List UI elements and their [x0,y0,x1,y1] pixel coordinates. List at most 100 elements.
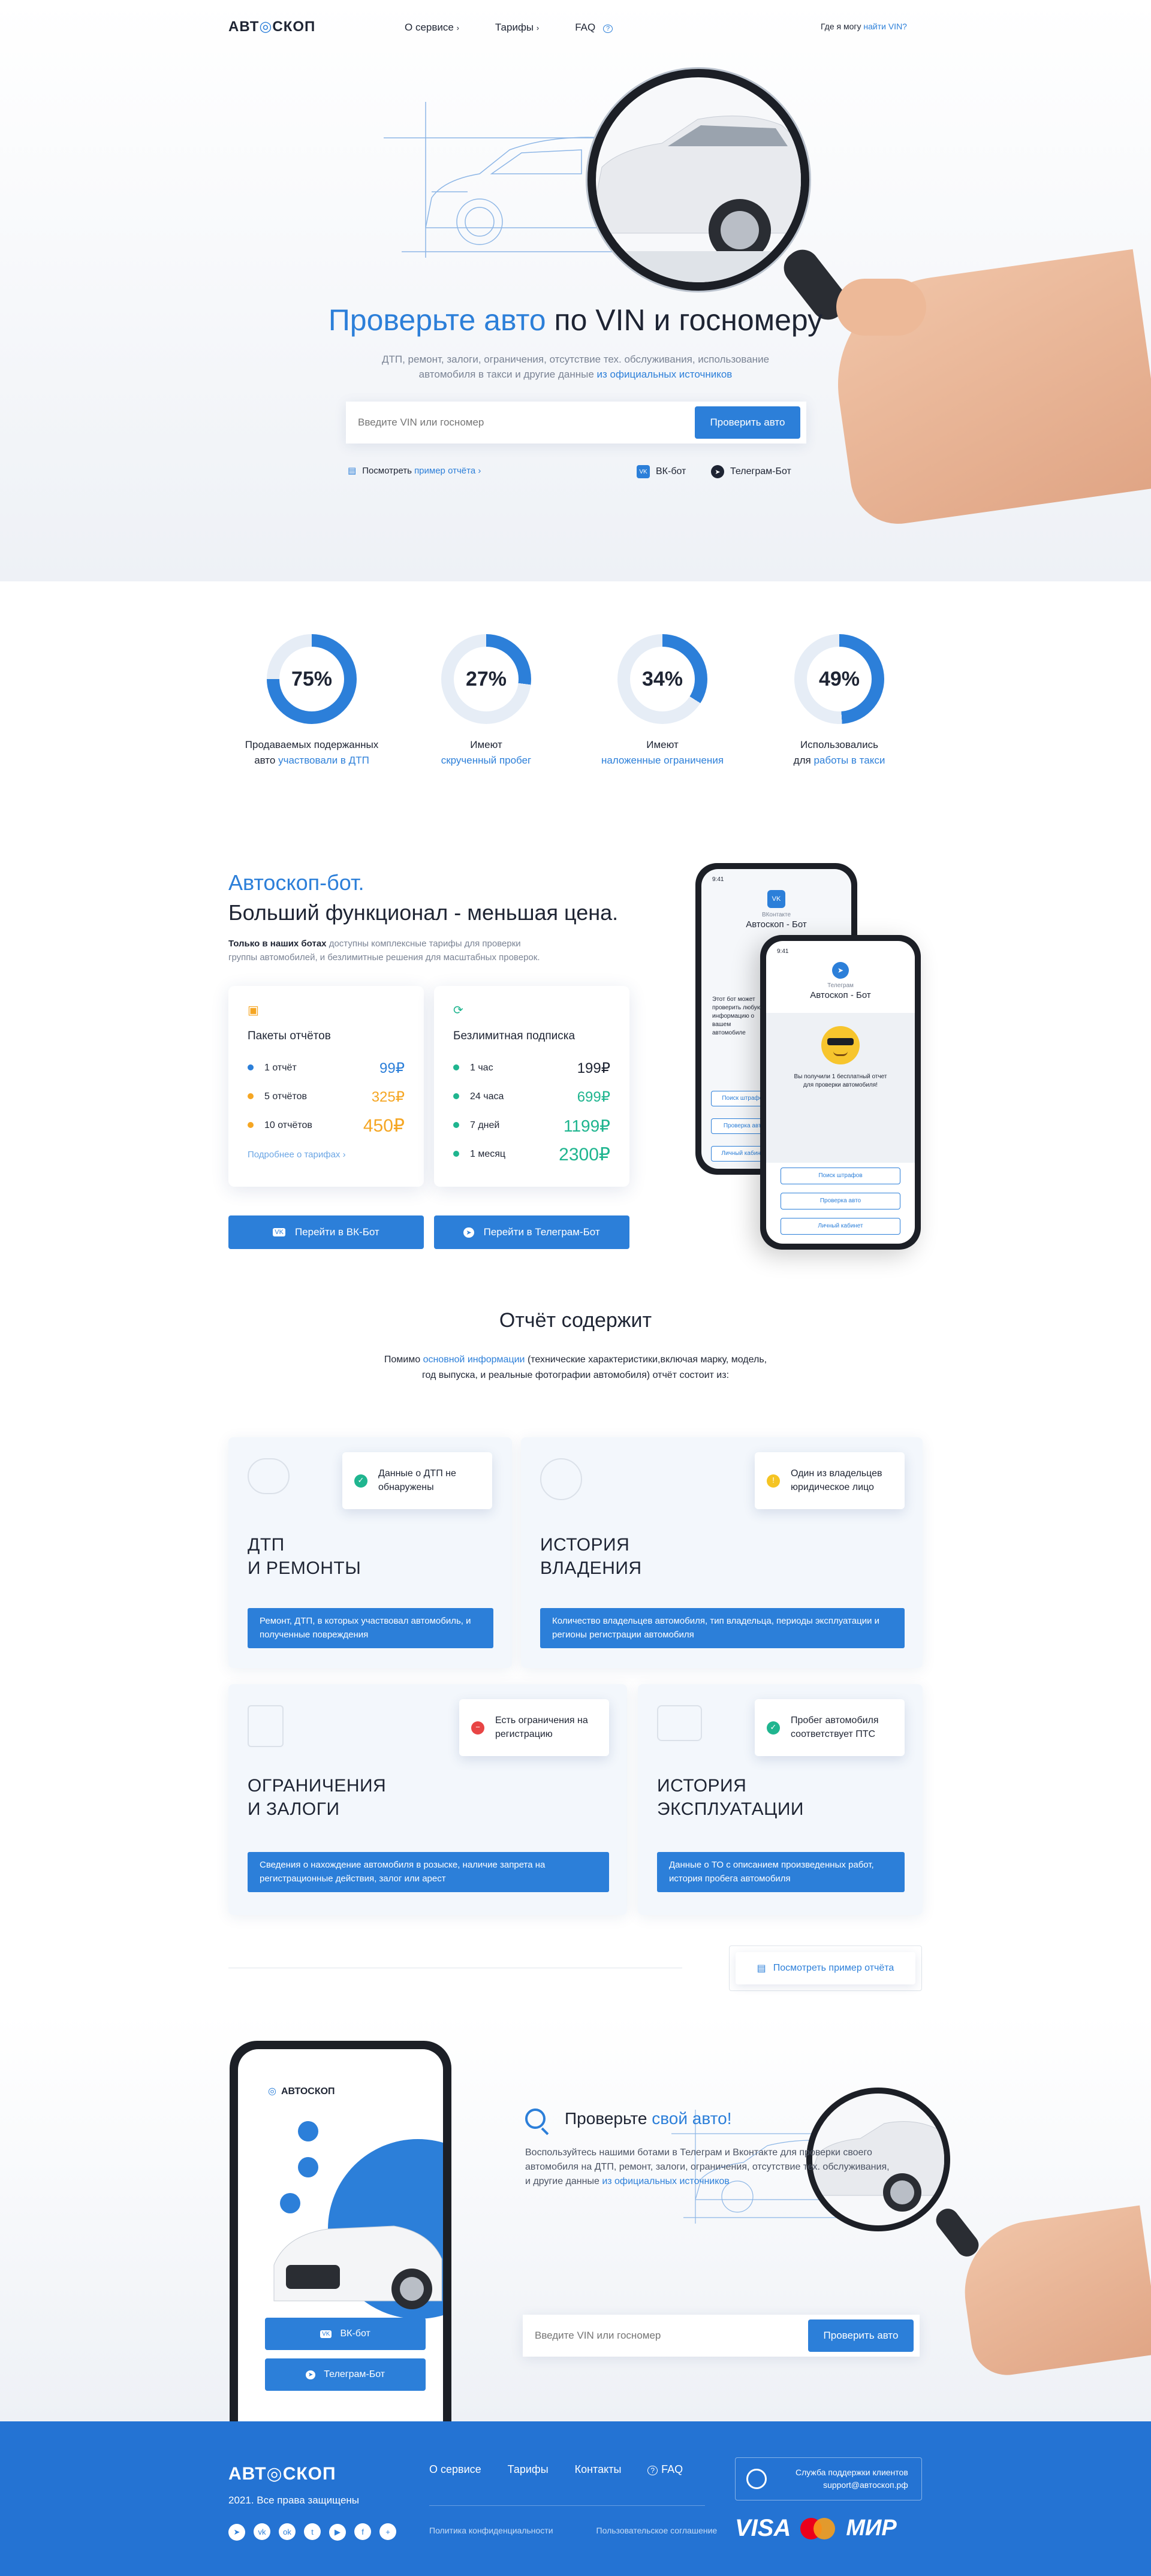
telegram-icon: ➤ [463,1227,474,1238]
chat-btn-fines[interactable]: Поиск штрафов [781,1168,900,1184]
view-sample-report-button[interactable]: ▤ Посмотреть пример отчёта [729,1945,922,1991]
package-row[interactable]: 10 отчётов 450₽ [248,1111,405,1140]
stat-line1: Продаваемых подержанных [245,739,379,750]
cta-vk-button[interactable]: VK ВК-бот [265,2318,426,2350]
report-intro: Помимо основной информации (технические … [0,1352,1151,1383]
cta-sources-link[interactable]: из официальных источников [602,2176,730,2186]
chat-btn-cabinet[interactable]: Личный кабинет [781,1218,900,1235]
vin-help[interactable]: Где я могу найти VIN? [821,22,907,31]
twitter-icon[interactable]: t [304,2523,321,2540]
package-row[interactable]: 1 отчёт 99₽ [248,1054,405,1082]
stat-caption: Имеют скрученный пробег [396,737,576,768]
stat-ring: 49% [794,634,884,724]
telegram-icon[interactable]: ➤ [228,2523,245,2541]
stat-percent: 49% [807,647,872,711]
bot-description: Только в наших ботах доступны комплексны… [228,937,618,964]
cta-check-button[interactable]: Проверить авто [808,2319,914,2352]
plus-icon[interactable]: + [379,2523,396,2540]
status-tag: ! Один из владельцев юридическое лицо [755,1452,905,1509]
check-car-button[interactable]: Проверить авто [695,406,800,439]
footer-faq-label: FAQ [661,2463,683,2475]
support-email[interactable]: support@автоскоп.рф [796,2479,908,2491]
support-box[interactable]: Служба поддержки клиентов support@автоско… [735,2457,922,2500]
go-vk-bot-button[interactable]: VK Перейти в ВК-Бот [228,1215,424,1249]
chat-subtitle: ВКонтакте [761,912,791,918]
row-dot [453,1064,459,1070]
car-crash-icon [248,1458,290,1494]
unlimited-row[interactable]: 1 час 199₽ [453,1054,610,1082]
privacy-link[interactable]: Политика конфиденциальности [429,2526,553,2535]
footer-link-faq[interactable]: ? FAQ [647,2463,683,2476]
package-price: 99₽ [379,1060,405,1076]
status-time: 9:41 [777,948,789,955]
vk-icon: VK [320,2330,332,2338]
status-tag: − Есть ограничения на регистрацию [459,1699,609,1756]
packages-card: ▣ Пакеты отчётов 1 отчёт 99₽ 5 отчётов 325… [228,986,424,1187]
vk-icon: VK [637,465,650,478]
document-car-icon [248,1705,284,1747]
vin-help-link[interactable]: найти VIN? [863,22,907,31]
nav-faq[interactable]: FAQ ? [575,22,613,34]
card-title-line2: И РЕМОНТЫ [248,1558,361,1578]
chat-btn-check[interactable]: Проверка авто [781,1193,900,1209]
stat-percent: 27% [454,647,519,711]
sample-report-link[interactable]: ▤ Посмотреть пример отчёта › [348,465,481,476]
unlimited-row[interactable]: 7 дней 1199₽ [453,1111,610,1140]
vk-icon[interactable]: vk [254,2523,270,2540]
facebook-icon[interactable]: f [354,2523,371,2540]
feature-bubble-icon [298,2157,318,2177]
payment-logos: VISA МИР [735,2515,897,2542]
forbidden-icon: − [471,1721,484,1735]
unlimited-row[interactable]: 24 часа 699₽ [453,1082,610,1111]
visa-logo: VISA [735,2515,791,2541]
intro-rest: (технические характеристики,включая марк… [527,1355,767,1365]
row-dot [453,1093,459,1099]
intro-link[interactable]: основной информации [423,1355,525,1365]
hero-vk-bot-link[interactable]: VK ВК-бот [637,465,686,478]
status-tag-text: Данные о ДТП не обнаружены [378,1468,456,1492]
sample-report-label: Посмотреть пример отчёта [773,1963,894,1973]
tariffs-more-link[interactable]: Подробнее о тарифах › [248,1150,405,1160]
unlimited-price: 199₽ [577,1060,610,1076]
unlimited-row[interactable]: 1 месяц 2300₽ [453,1140,610,1169]
card-title-line1: ИСТОРИЯ [540,1535,630,1555]
card-title: ИСТОРИЯ ВЛАДЕНИЯ [540,1533,642,1580]
footer-link-tariffs[interactable]: Тарифы [508,2463,549,2476]
stat-item: 49% Использовались для работы в такси [749,634,929,768]
youtube-icon[interactable]: ▶ [329,2523,346,2541]
phone-front-screen: 9:41 ➤ Телеграм Автоскоп - Бот Вы получи… [766,941,915,1244]
card-title-line2: ЭКСПЛУАТАЦИИ [657,1799,804,1819]
status-tag: ✓ Данные о ДТП не обнаружены [342,1452,492,1509]
go-tg-bot-button[interactable]: ➤ Перейти в Телеграм-Бот [434,1215,629,1249]
vin-search-input[interactable] [358,417,695,429]
chevron-right-icon: › [536,23,540,32]
hero-tg-bot-link[interactable]: ➤ Телеграм-Бот [711,465,791,478]
card-description: Данные о ТО с описанием произведенных ра… [657,1852,905,1892]
footer-link-contacts[interactable]: Контакты [575,2463,622,2476]
nav-tariffs[interactable]: Тарифы › [495,22,539,34]
footer-link-about[interactable]: О сервисе [429,2463,481,2476]
odnoklassniki-icon[interactable]: ok [279,2523,296,2540]
package-row[interactable]: 5 отчётов 325₽ [248,1082,405,1111]
hero-sources-link[interactable]: из официальных источников [597,369,733,380]
cta-tg-button[interactable]: ➤ Телеграм-Бот [265,2358,426,2391]
status-tag-text: Есть ограничения на регистрацию [495,1715,588,1739]
hero-title-rest: по VIN и госномеру [554,303,823,337]
headset-icon [746,2469,767,2489]
document-icon: ▤ [348,466,357,476]
main-nav: О сервисе › Тарифы › FAQ ? [405,22,613,34]
cta-vin-input[interactable] [535,2330,808,2342]
stat-percent: 75% [279,647,344,711]
site-logo[interactable]: АВТ◎СКОП [228,18,315,35]
card-title: ОГРАНИЧЕНИЯ И ЗАЛОГИ [248,1774,386,1821]
hero-title: Проверьте авто по VIN и госномеру [0,303,1151,337]
cta-title-plain: Проверьте [565,2109,647,2128]
agreement-link[interactable]: Пользовательское соглашение [596,2526,718,2535]
bot-title-blue: Автоскоп-бот. [228,870,364,895]
bot-desc-bold: Только в наших ботах [228,939,327,949]
report-card-restrictions: − Есть ограничения на регистрацию ОГРАНИЧ… [228,1684,627,1915]
nav-about[interactable]: О сервисе › [405,22,459,34]
footer-logo[interactable]: АВТ◎СКОП [228,2463,336,2484]
go-vk-bot-label: Перейти в ВК-Бот [294,1226,379,1238]
nav-faq-label: FAQ [575,22,596,33]
